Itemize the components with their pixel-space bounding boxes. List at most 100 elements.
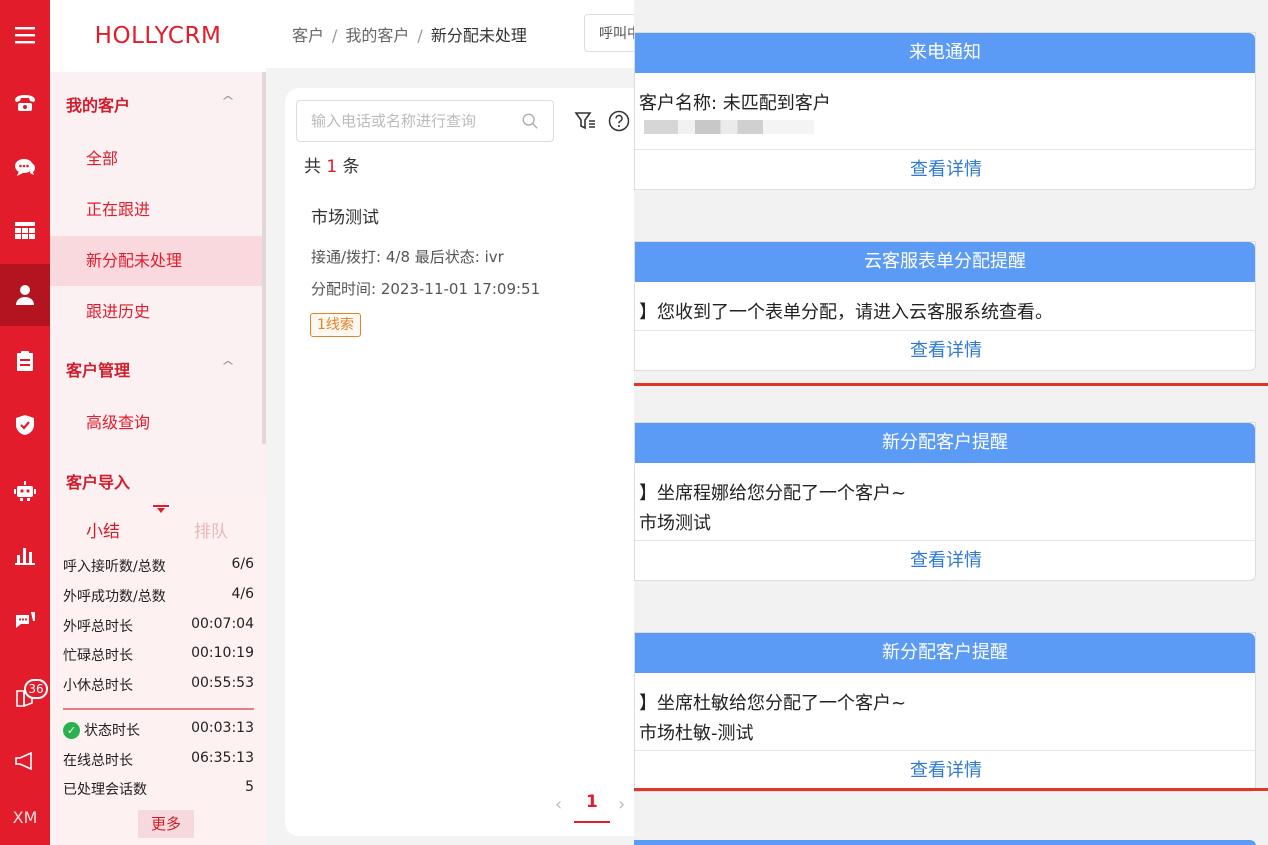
robot-icon[interactable]	[0, 460, 50, 522]
stat-label: 小休总时长	[63, 678, 133, 694]
sidebar-item-new-unprocessed[interactable]: 新分配未处理	[50, 236, 262, 286]
stat-label: 已处理会话数	[63, 782, 147, 798]
chat-icon[interactable]	[0, 136, 50, 198]
search-box	[296, 100, 554, 142]
filter-icon[interactable]	[574, 110, 596, 132]
stat-row: 在线总时长 06:35:13	[63, 750, 254, 770]
grid-icon[interactable]	[0, 200, 50, 262]
sidebar-item-all[interactable]: 全部	[50, 134, 262, 184]
notification-divider	[634, 788, 1268, 791]
stats-tab-summary[interactable]: 小结	[86, 517, 120, 542]
stats-tab-queue[interactable]: 排队	[194, 517, 228, 542]
stat-value: 4/6	[231, 586, 254, 602]
breadcrumb-my-customers[interactable]: 我的客户	[345, 26, 409, 45]
stat-row: 外呼成功数/总数 4/6	[63, 586, 254, 606]
blurred-phone-number	[644, 120, 814, 134]
notification-title: 来电通知	[635, 33, 1255, 73]
user-initials[interactable]: XM	[0, 808, 50, 827]
total-number: 1	[326, 157, 338, 177]
total-count: 共 1 条	[304, 152, 360, 177]
stat-label: 忙碌总时长	[63, 648, 133, 664]
notification-line: 市场杜敏-测试	[639, 723, 754, 744]
sidebar-item-advanced-query[interactable]: 高级查询	[50, 398, 262, 448]
shield-icon[interactable]	[0, 394, 50, 456]
view-details-link[interactable]: 查看详情	[635, 540, 1257, 580]
search-icon[interactable]	[521, 112, 539, 130]
stat-value: 00:07:04	[191, 616, 254, 632]
chevron-up-icon[interactable]: ^	[221, 94, 235, 108]
notification-line: 】坐席程娜给您分配了一个客户~	[639, 483, 907, 504]
notification-title: 新分配客户提醒	[635, 633, 1255, 673]
icon-rail: 36 XM	[0, 0, 50, 845]
stat-value: 5	[245, 779, 254, 795]
notification-line: 客户名称: 未匹配到客户	[639, 93, 831, 114]
megaphone-icon[interactable]	[0, 730, 50, 792]
stat-value: 00:03:13	[191, 720, 254, 736]
breadcrumb-current: 新分配未处理	[430, 26, 527, 45]
stat-row: 呼入接听数/总数 6/6	[63, 556, 254, 576]
stat-label: 外呼总时长	[63, 619, 133, 635]
stat-row: 外呼总时长 00:07:04	[63, 616, 254, 636]
stat-value: 00:10:19	[191, 645, 254, 661]
sidebar-item-following[interactable]: 正在跟进	[50, 185, 262, 235]
total-prefix: 共	[304, 157, 321, 177]
notification-card: 云客服表单分配提醒 】您收到了一个表单分配，请进入云客服系统查看。 查看详情	[634, 241, 1257, 371]
notification-line: 】您收到了一个表单分配，请进入云客服系统查看。	[639, 302, 1053, 323]
bar-chart-icon[interactable]	[0, 524, 50, 586]
stat-value: 6/6	[231, 556, 254, 572]
stat-label: 外呼成功数/总数	[63, 589, 166, 605]
lead-tag: 1线索	[310, 313, 361, 337]
group-customer-import[interactable]: 客户导入	[66, 469, 130, 493]
stat-value: 06:35:13	[191, 750, 254, 766]
notification-card: 新分配客户提醒 】坐席杜敏给您分配了一个客户~ 市场杜敏-测试 查看详情	[634, 632, 1257, 792]
search-input[interactable]	[297, 101, 507, 141]
help-icon[interactable]	[608, 110, 630, 132]
stats-tab-indicator	[153, 505, 169, 507]
check-circle-icon: ✓	[63, 721, 80, 739]
clipboard-icon[interactable]	[0, 330, 50, 392]
notification-badge: 36	[24, 679, 48, 699]
pager-page[interactable]: 1	[586, 792, 598, 812]
message-icon[interactable]	[0, 590, 50, 652]
breadcrumb-separator: /	[332, 26, 338, 45]
stat-row: ✓ 状态时长 00:03:13	[63, 720, 254, 740]
notification-card: 新分配客户提醒 】坐席程娜给您分配了一个客户~ 市场测试 查看详情	[634, 422, 1257, 581]
stat-value: 00:55:53	[191, 675, 254, 691]
total-suffix: 条	[342, 157, 360, 177]
notification-next-header	[634, 840, 1256, 845]
view-details-link[interactable]: 查看详情	[635, 330, 1257, 370]
group-customer-management[interactable]: 客户管理	[66, 357, 130, 381]
phone-icon[interactable]	[0, 72, 50, 134]
stats-tab-caret	[157, 508, 165, 513]
view-details-link[interactable]: 查看详情	[635, 750, 1257, 790]
top-bar: 客户 / 我的客户 / 新分配未处理 呼叫中	[266, 0, 644, 68]
notification-body: 】您收到了一个表单分配，请进入云客服系统查看。	[635, 282, 1255, 330]
pager-active-underline	[574, 821, 610, 823]
notification-body: 】坐席程娜给您分配了一个客户~ 市场测试	[635, 463, 1255, 539]
notification-card: 来电通知 客户名称: 未匹配到客户 查看详情	[634, 32, 1257, 190]
view-details-link[interactable]: 查看详情	[635, 149, 1257, 189]
breadcrumb: 客户 / 我的客户 / 新分配未处理	[292, 22, 527, 46]
notification-divider	[634, 383, 1268, 386]
list-item-call-stats: 接通/拨打: 4/8 最后状态: ivr	[311, 248, 504, 266]
chevron-up-icon[interactable]: ^	[221, 359, 235, 373]
list-item-title[interactable]: 市场测试	[311, 203, 379, 228]
group-my-customers[interactable]: 我的客户	[66, 92, 130, 116]
stat-row: 小休总时长 00:55:53	[63, 675, 254, 695]
notification-body: 】坐席杜敏给您分配了一个客户~ 市场杜敏-测试	[635, 673, 1255, 749]
user-icon[interactable]	[0, 264, 50, 326]
brand-logo: HOLLYCRM	[50, 0, 266, 72]
stat-row: 忙碌总时长 00:10:19	[63, 645, 254, 665]
notification-title: 新分配客户提醒	[635, 423, 1255, 463]
stat-label: 状态时长	[84, 723, 140, 739]
stat-label: 呼入接听数/总数	[63, 559, 166, 575]
more-button[interactable]: 更多	[138, 810, 194, 838]
pager-next[interactable]: ›	[618, 794, 625, 815]
notification-title: 云客服表单分配提醒	[635, 242, 1255, 282]
notification-line: 】坐席杜敏给您分配了一个客户~	[639, 693, 907, 714]
menu-icon[interactable]	[0, 4, 50, 66]
breadcrumb-customer[interactable]: 客户	[292, 26, 324, 45]
list-item-assign-time: 分配时间: 2023-11-01 17:09:51	[311, 280, 541, 298]
sidebar-item-history[interactable]: 跟进历史	[50, 287, 262, 337]
pager-prev[interactable]: ‹	[555, 794, 562, 815]
